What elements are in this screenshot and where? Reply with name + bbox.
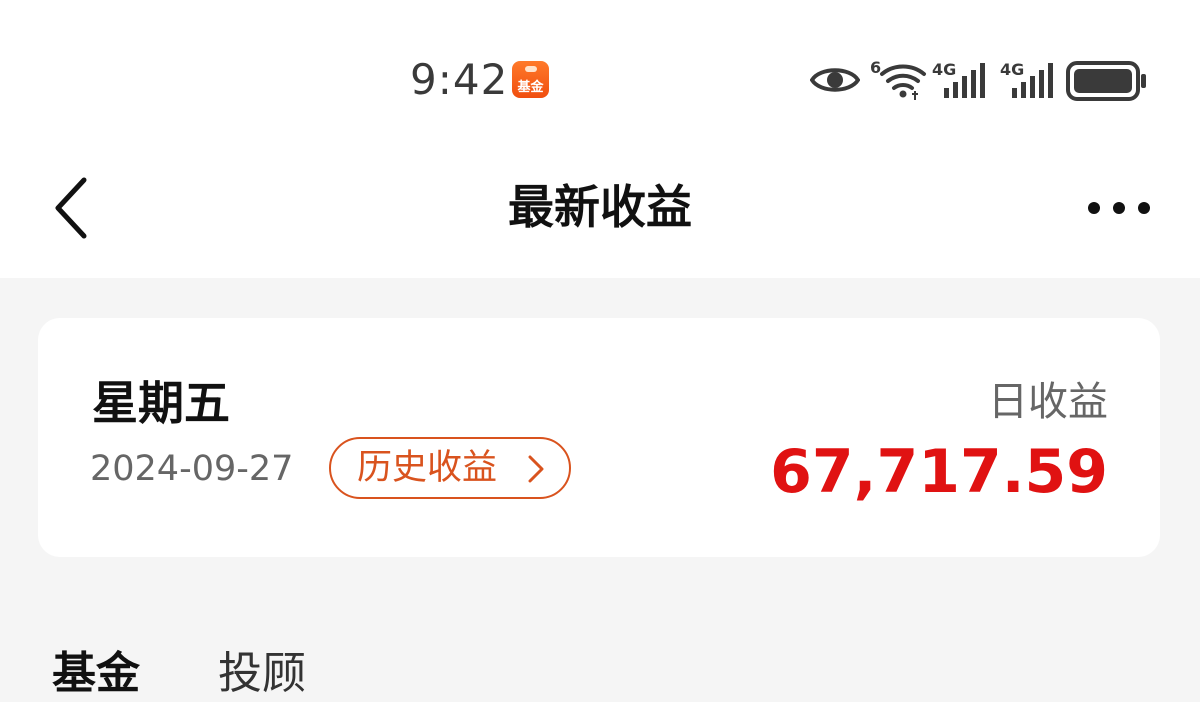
date-label: 2024-09-27 bbox=[90, 449, 294, 489]
app-badge-icon: 基金 bbox=[512, 61, 549, 98]
page-title: 最新收益 bbox=[508, 180, 692, 234]
daily-income-value: 67,717.59 bbox=[770, 437, 1108, 507]
tab-advisor[interactable]: 投顾 bbox=[218, 646, 306, 702]
app-badge-dot bbox=[524, 66, 537, 72]
eye-icon bbox=[810, 68, 860, 92]
signal2-label: 4G bbox=[1000, 60, 1025, 79]
status-time: 9:42 bbox=[410, 55, 509, 104]
weekday-label: 星期五 bbox=[92, 376, 230, 430]
battery-icon bbox=[1066, 61, 1146, 101]
tab-fund[interactable]: 基金 bbox=[52, 646, 140, 702]
wifi-label: 6 bbox=[870, 58, 882, 77]
more-horizontal-icon[interactable] bbox=[1084, 196, 1154, 220]
signal1-label: 4G bbox=[932, 60, 957, 79]
history-income-label: 历史收益 bbox=[357, 448, 498, 488]
chevron-right-icon bbox=[528, 455, 544, 483]
app-badge-label: 基金 bbox=[517, 80, 544, 95]
history-income-button[interactable]: 历史收益 bbox=[329, 437, 571, 499]
daily-income-label: 日收益 bbox=[988, 379, 1108, 425]
income-summary-card: 星期五 2024-09-27 历史收益 日收益 67,717.59 bbox=[38, 318, 1160, 557]
top-bar: 9:42 基金 6 4G 4G 最新收益 bbox=[0, 0, 1200, 278]
